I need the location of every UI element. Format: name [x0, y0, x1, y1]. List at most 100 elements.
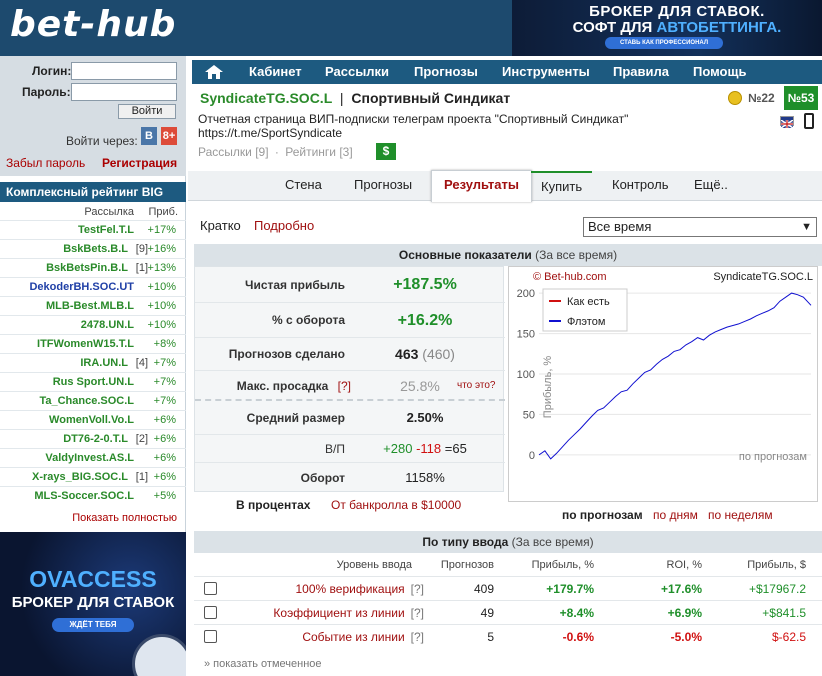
rating-row[interactable]: MLS-Soccer.SOC.L +5%: [0, 486, 186, 505]
home-icon[interactable]: [204, 64, 224, 80]
whatsit-link[interactable]: что это?: [457, 371, 496, 401]
rating-row[interactable]: WomenVoll.Vo.L +6%: [0, 410, 186, 429]
rating-name[interactable]: MLS-Soccer.SOC.L: [34, 487, 134, 505]
rating-name[interactable]: X-rays_BIG.SOC.L: [32, 468, 128, 486]
tab-forecasts[interactable]: Прогнозы: [354, 171, 412, 201]
rating-name[interactable]: WomenVoll.Vo.L: [49, 411, 134, 429]
rating-header: Рассылка Приб.: [0, 206, 186, 220]
rating-name[interactable]: TestFel.T.L: [78, 221, 134, 239]
show-all-link[interactable]: Показать полностью: [72, 512, 177, 524]
nav-mailings[interactable]: Рассылки: [325, 60, 389, 84]
left-banner-button[interactable]: ЖДЁТ ТЕБЯ: [52, 618, 134, 632]
rating-name[interactable]: BskBets.B.L: [63, 240, 128, 258]
rating-name[interactable]: Ta_Chance.SOC.L: [39, 392, 134, 410]
register-link[interactable]: Регистрация: [102, 156, 177, 170]
xmode-days[interactable]: по дням: [653, 508, 698, 522]
password-input[interactable]: [71, 83, 177, 101]
tab-wall[interactable]: Стена: [285, 171, 322, 201]
level-help[interactable]: [?]: [411, 606, 424, 620]
xmode-weeks[interactable]: по неделям: [708, 508, 773, 522]
login-via-label: Войти через:: [66, 134, 138, 148]
chart-series-name: SyndicateTG.SOC.L: [713, 271, 813, 283]
drawdown-help[interactable]: [?]: [338, 379, 351, 393]
percent-mode[interactable]: В процентах: [236, 498, 310, 512]
login-form: Логин: Пароль: Войти Войти через: В 8+ З…: [0, 56, 186, 176]
chart-legend: Как есть Флэтом: [542, 288, 628, 332]
xmode-forecasts[interactable]: по прогнозам: [562, 508, 643, 522]
left-ad-banner[interactable]: OVACCESS БРОКЕР ДЛЯ СТАВОК ЖДЁТ ТЕБЯ: [0, 532, 186, 676]
login-button[interactable]: Войти: [118, 104, 176, 119]
row-checkbox[interactable]: [204, 606, 217, 619]
level-count: 409: [473, 582, 494, 596]
rating-row[interactable]: ValdyInvest.AS.L +6%: [0, 448, 186, 467]
rating-count: [2]: [135, 433, 148, 445]
tab-results[interactable]: Результаты: [431, 170, 532, 202]
rating-row[interactable]: ITFWomenW15.T.L +8%: [0, 334, 186, 353]
rating-row[interactable]: 2478.UN.L +10%: [0, 315, 186, 334]
dollar-icon[interactable]: $: [376, 143, 396, 160]
level-usd: $-62.5: [771, 630, 806, 644]
gplus-login-icon[interactable]: 8+: [161, 127, 177, 145]
rating-row[interactable]: DekoderBH.SOC.UT +10%: [0, 277, 186, 296]
rating-name[interactable]: DekoderBH.SOC.UT: [29, 278, 134, 296]
rating-name[interactable]: DT76-2-0.T.L: [63, 430, 128, 448]
nav-forecasts[interactable]: Прогнозы: [414, 60, 478, 84]
telegram-link[interactable]: https://t.me/SportSyndicate: [198, 126, 668, 140]
rating-gain: +10%: [147, 300, 176, 312]
tab-buy[interactable]: Купить: [531, 171, 593, 201]
rating-row[interactable]: BskBetsPin.B.L [1] +13%: [0, 258, 186, 277]
level-name[interactable]: Коэффициент из линии [?]: [273, 601, 424, 625]
nav-rules[interactable]: Правила: [613, 60, 669, 84]
rating-row[interactable]: DT76-2-0.T.L [2] +6%: [0, 429, 186, 448]
y-tick-label: 200: [517, 288, 535, 300]
top-ad-banner[interactable]: БРОКЕР ДЛЯ СТАВОК. СОФТ ДЛЯ АВТОБЕТТИНГА…: [512, 0, 822, 56]
mailings-link[interactable]: Рассылки [9]: [198, 145, 269, 159]
rating-row[interactable]: X-rays_BIG.SOC.L [1] +6%: [0, 467, 186, 486]
level-name[interactable]: Событие из линии [?]: [302, 625, 424, 649]
tipster-name[interactable]: SyndicateTG.SOC.L: [200, 90, 332, 106]
row-checkbox[interactable]: [204, 630, 217, 643]
tab-control[interactable]: Контроль: [612, 171, 668, 201]
banner-button[interactable]: СТАВЬ КАК ПРОФЕССИОНАЛ: [605, 37, 723, 49]
rank-badge[interactable]: №53: [784, 86, 818, 110]
rating-name[interactable]: 2478.UN.L: [81, 316, 134, 334]
show-marked-link[interactable]: » показать отмеченное: [204, 658, 322, 670]
forgot-password-link[interactable]: Забыл пароль: [6, 156, 85, 170]
rating-name[interactable]: BskBetsPin.B.L: [46, 259, 128, 277]
rating-name[interactable]: Rus Sport.UN.L: [53, 373, 134, 391]
row-checkbox[interactable]: [204, 582, 217, 595]
main-stats-table: Чистая прибыль +187.5% % с оборота +16.2…: [194, 266, 505, 492]
ratings-link[interactable]: Рейтинги [3]: [285, 145, 352, 159]
view-detailed-toggle[interactable]: Подробно: [254, 218, 314, 233]
rating-title[interactable]: Комплексный рейтинг BIG: [0, 182, 186, 202]
table-row: 100% верификация [?] 409 +179.7% +17.6% +$179…: [194, 576, 822, 600]
rating-name[interactable]: IRA.UN.L: [80, 354, 128, 372]
tab-more[interactable]: Ещё..: [694, 171, 728, 201]
nav-tools[interactable]: Инструменты: [502, 60, 590, 84]
level-name[interactable]: 100% верификация [?]: [296, 577, 425, 601]
rating-row[interactable]: MLB-Best.MLB.L +10%: [0, 296, 186, 315]
rating-name[interactable]: MLB-Best.MLB.L: [46, 297, 134, 315]
level-help[interactable]: [?]: [411, 630, 424, 644]
view-brief-toggle[interactable]: Кратко: [200, 218, 241, 233]
rating-row[interactable]: Ta_Chance.SOC.L +7%: [0, 391, 186, 410]
period-select[interactable]: Все время ▼: [583, 217, 817, 237]
vk-login-icon[interactable]: В: [141, 127, 157, 145]
rating-row[interactable]: IRA.UN.L [4] +7%: [0, 353, 186, 372]
rating-row[interactable]: BskBets.B.L [9] +16%: [0, 239, 186, 258]
nav-cabinet[interactable]: Кабинет: [249, 60, 302, 84]
rating-row[interactable]: Rus Sport.UN.L +7%: [0, 372, 186, 391]
type-stats-header: По типу ввода (За все время): [194, 531, 822, 553]
site-logo[interactable]: bet-hub: [10, 4, 176, 45]
rating-gain: +10%: [147, 319, 176, 331]
level-usd: +$841.5: [762, 606, 806, 620]
rating-name[interactable]: ValdyInvest.AS.L: [45, 449, 134, 467]
chart-watermark: © Bet-hub.com: [533, 271, 607, 283]
rating-name[interactable]: ITFWomenW15.T.L: [37, 335, 134, 353]
rating-row[interactable]: TestFel.T.L +17%: [0, 220, 186, 239]
main-stats-header: Основные показатели (За все время): [194, 244, 822, 266]
login-input[interactable]: [71, 62, 177, 80]
nav-help[interactable]: Помощь: [693, 60, 746, 84]
bankroll-mode[interactable]: От банкролла в $10000: [331, 498, 461, 512]
level-help[interactable]: [?]: [411, 582, 424, 596]
